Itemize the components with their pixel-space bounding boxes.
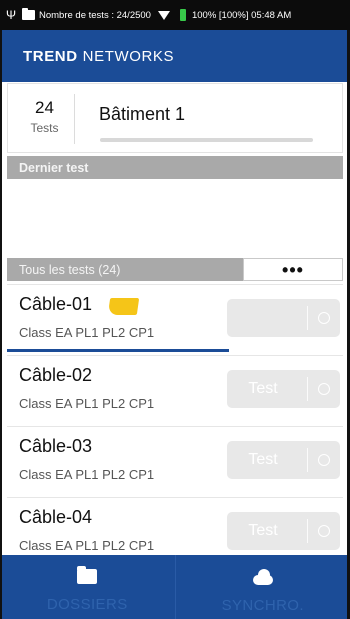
test-count-label: Tests <box>30 121 59 135</box>
last-test-header: Dernier test <box>7 156 343 179</box>
button-divider <box>307 519 308 543</box>
test-row[interactable]: Câble-03 Class EA PL1 PL2 CP1 Test <box>7 426 343 496</box>
more-options-button[interactable]: ••• <box>243 258 343 281</box>
brand-bold: TREND <box>23 47 78 65</box>
site-name: Bâtiment 1 <box>99 104 186 124</box>
test-name: Câble-03 <box>19 436 93 456</box>
site-progress-bar <box>100 138 313 142</box>
test-name: Câble-04 <box>19 507 93 527</box>
nav-dossiers[interactable]: DOSSIERS <box>0 555 175 619</box>
test-button[interactable]: Test <box>227 441 340 479</box>
nav-synchro-label: SYNCHRO. <box>221 597 304 614</box>
nav-synchro[interactable]: SYNCHRO. <box>174 555 350 619</box>
test-count-box: 24 Tests <box>15 94 75 144</box>
test-class: Class EA PL1 PL2 CP1 <box>19 538 155 553</box>
wifi-icon <box>157 10 170 20</box>
usb-icon: Ψ <box>6 8 17 22</box>
battery-time-status: 100% [100%] 05:48 AM <box>191 9 292 21</box>
bottom-navigation: DOSSIERS SYNCHRO. <box>0 555 350 619</box>
test-button[interactable]: Test <box>227 370 340 408</box>
folder-icon <box>22 8 35 20</box>
test-button-label: Test <box>248 451 278 468</box>
status-circle-icon <box>318 383 330 395</box>
test-row[interactable]: Câble-02 Class EA PL1 PL2 CP1 Test <box>7 355 343 425</box>
folder-icon <box>77 566 98 584</box>
nav-dossiers-label: DOSSIERS <box>46 596 128 613</box>
status-circle-icon <box>318 525 330 537</box>
test-button[interactable]: Test <box>227 512 340 550</box>
test-count: 24 <box>35 98 54 117</box>
all-tests-header: Tous les tests (24) <box>7 258 243 281</box>
test-name: Câble-02 <box>19 365 93 385</box>
tag-icon <box>107 298 140 315</box>
test-row[interactable]: Câble-01 Class EA PL1 PL2 CP1 <box>7 284 343 354</box>
test-progress-bar <box>7 349 229 352</box>
test-button[interactable] <box>227 299 340 337</box>
test-name: Câble-01 <box>19 294 93 314</box>
test-button-label: Test <box>248 522 278 539</box>
status-circle-icon <box>318 312 330 324</box>
bezel-left <box>0 30 2 619</box>
brand-rest: NETWORKS <box>82 47 175 65</box>
test-button-label: Test <box>248 380 278 397</box>
cloud-icon <box>251 567 275 585</box>
app-screen: Ψ Nombre de tests : 24/2500 100% [100%] … <box>0 0 350 619</box>
status-bar: Ψ Nombre de tests : 24/2500 100% [100%] … <box>0 0 350 30</box>
button-divider <box>307 377 308 401</box>
button-divider <box>307 448 308 472</box>
test-count-status: Nombre de tests : 24/2500 <box>39 9 151 21</box>
app-header: TREND NETWORKS <box>0 30 350 82</box>
battery-icon <box>179 9 186 21</box>
test-class: Class EA PL1 PL2 CP1 <box>19 325 155 340</box>
test-class: Class EA PL1 PL2 CP1 <box>19 396 155 411</box>
last-test-panel <box>7 180 343 256</box>
test-class: Class EA PL1 PL2 CP1 <box>19 467 155 482</box>
site-summary-card[interactable]: 24 Tests Bâtiment 1 <box>7 83 343 153</box>
status-circle-icon <box>318 454 330 466</box>
button-divider <box>307 306 308 330</box>
